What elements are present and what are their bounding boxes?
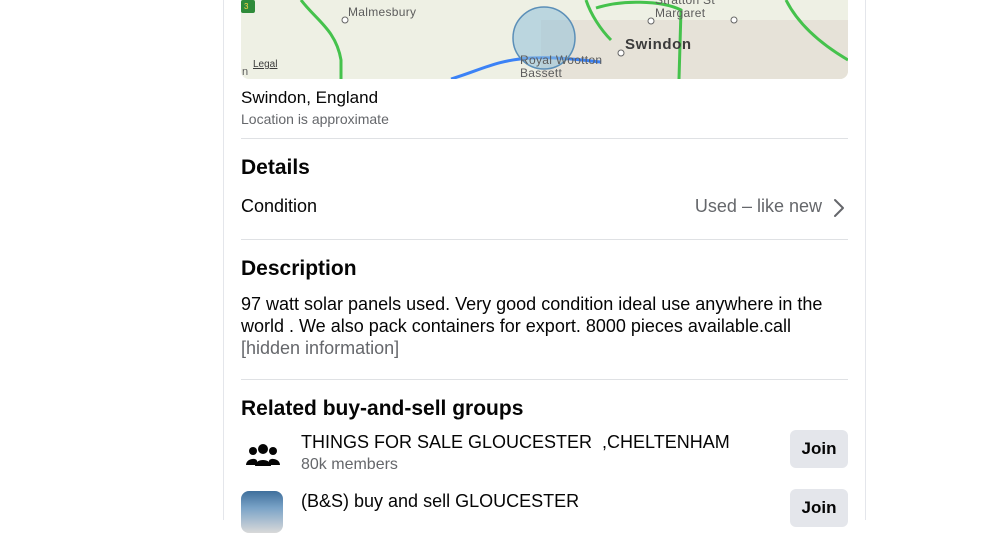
group-row[interactable]: THINGS FOR SALE GLOUCESTER ,CHELTENHAM 8… — [241, 430, 848, 476]
location-city: Swindon, England — [241, 88, 379, 107]
group-people-icon — [246, 444, 280, 466]
group-name[interactable]: (B&S) buy and sell GLOUCESTER — [301, 491, 579, 512]
divider — [241, 239, 848, 240]
map-label-stratton: Stratton St Margaret — [655, 0, 715, 20]
map-label-edge: n — [242, 66, 249, 78]
details-heading: Details — [241, 156, 310, 179]
map-label-malmesbury: Malmesbury — [348, 5, 417, 19]
hidden-information[interactable]: [hidden information] — [241, 338, 399, 358]
road-shield: 3 — [244, 2, 249, 11]
condition-row[interactable]: Condition Used – like new — [241, 194, 848, 222]
group-row[interactable]: (B&S) buy and sell GLOUCESTER Join — [241, 489, 848, 535]
chevron-right-icon — [834, 199, 844, 217]
related-groups-heading: Related buy-and-sell groups — [241, 397, 524, 420]
condition-value: Used – like new — [694, 196, 822, 216]
condition-label: Condition — [241, 196, 318, 216]
map-label-swindon: Swindon — [625, 36, 692, 53]
description-heading: Description — [241, 257, 357, 280]
description-text: 97 watt solar panels used. Very good con… — [241, 293, 841, 359]
divider — [241, 379, 848, 380]
divider — [241, 138, 848, 139]
group-name[interactable]: THINGS FOR SALE GLOUCESTER ,CHELTENHAM — [301, 432, 730, 453]
location-map[interactable]: 3 Malmesbury Stratton St Margaret Swindo… — [241, 0, 848, 79]
map-legal-link[interactable]: Legal — [253, 59, 277, 70]
group-thumbnail — [241, 491, 283, 533]
join-button[interactable]: Join — [790, 489, 848, 527]
map-label-royal-wootton-bassett: Royal Wootton Bassett — [520, 53, 603, 80]
join-button[interactable]: Join — [790, 430, 848, 468]
group-members: 80k members — [301, 456, 398, 473]
location-note: Location is approximate — [241, 111, 389, 127]
description-body: 97 watt solar panels used. Very good con… — [241, 294, 823, 336]
